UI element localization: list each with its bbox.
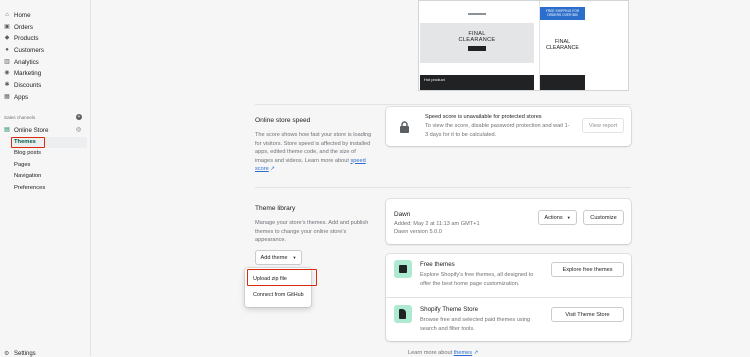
theme-library-description: Manage your store's themes. Add and publ… bbox=[255, 220, 369, 243]
sidebar-item-blog-posts[interactable]: Blog posts bbox=[14, 149, 41, 158]
upload-zip-highlight-box bbox=[247, 269, 317, 286]
card-divider bbox=[386, 297, 631, 298]
nav-orders[interactable]: ▣ Orders bbox=[4, 22, 33, 32]
nav-marketing[interactable]: ◉ Marketing bbox=[4, 68, 41, 78]
actions-button[interactable]: Actions ▼ bbox=[538, 210, 577, 225]
nav-online-store[interactable]: ▤ Online Store bbox=[4, 125, 48, 135]
tag-icon: ◆ bbox=[4, 35, 10, 41]
explore-free-themes-button[interactable]: Explore free themes bbox=[551, 262, 624, 277]
theme-store-text: Browse free and selected paid themes usi… bbox=[420, 317, 531, 332]
analytics-icon: ▥ bbox=[4, 59, 10, 65]
sidebar-item-pages[interactable]: Pages bbox=[14, 161, 30, 170]
divider bbox=[255, 104, 631, 105]
apps-icon: ▦ bbox=[4, 94, 10, 100]
learn-more-themes: Learn more about themes ↗ bbox=[408, 350, 479, 356]
theme-store-title: Shopify Theme Store bbox=[420, 306, 479, 313]
preview-footer-text: Hot product bbox=[424, 77, 445, 82]
mobile-preview: FREE SHIPPING FOR ORDERS OVER $50 FINAL … bbox=[539, 1, 585, 90]
nav-products[interactable]: ◆ Products bbox=[4, 33, 39, 43]
preview-hero bbox=[420, 23, 534, 63]
caret-down-icon: ▼ bbox=[292, 255, 297, 260]
nav-home[interactable]: ⌂ Home bbox=[4, 10, 30, 20]
lock-icon bbox=[400, 121, 409, 133]
customize-button[interactable]: Customize bbox=[583, 210, 624, 225]
connect-github-option[interactable]: Connect from GitHub bbox=[253, 292, 304, 298]
sidebar: ⌂ Home ▣ Orders ◆ Products ● Customers ▥ Anal… bbox=[0, 0, 91, 357]
nav-customers[interactable]: ● Customers bbox=[4, 45, 44, 55]
sidebar-item-navigation[interactable]: Navigation bbox=[14, 172, 41, 181]
view-report-button[interactable]: View report bbox=[582, 118, 624, 133]
marketing-icon: ◉ bbox=[4, 70, 10, 76]
free-themes-title: Free themes bbox=[420, 261, 455, 268]
sales-channels-label: Sales channels bbox=[4, 115, 36, 120]
theme-library-heading: Theme library bbox=[255, 205, 296, 212]
free-themes-icon bbox=[394, 260, 412, 278]
divider bbox=[255, 187, 631, 188]
preview-banner: FREE SHIPPING FOR ORDERS OVER $50 bbox=[540, 7, 585, 20]
external-link-icon: ↗ bbox=[270, 166, 275, 172]
mobile-preview-footer bbox=[540, 75, 585, 90]
add-theme-button[interactable]: Add theme ▼ bbox=[255, 250, 302, 265]
external-link-icon: ↗ bbox=[473, 350, 479, 356]
mobile-preview-title: FINAL CLEARANCE bbox=[546, 39, 579, 51]
discount-icon: ✱ bbox=[4, 82, 10, 88]
themes-link[interactable]: themes bbox=[454, 350, 472, 356]
preview-title: FINAL CLEARANCE bbox=[458, 31, 496, 43]
themes-highlight-box bbox=[11, 137, 45, 148]
store-icon: ▤ bbox=[4, 127, 10, 133]
speed-heading: Online store speed bbox=[255, 117, 311, 124]
preview-button bbox=[468, 46, 486, 51]
speed-description: The score shows how fast your store is l… bbox=[255, 132, 372, 172]
visit-theme-store-button[interactable]: Visit Theme Store bbox=[551, 307, 624, 322]
theme-name: Dawn bbox=[394, 211, 411, 218]
nav-discounts[interactable]: ✱ Discounts bbox=[4, 80, 41, 90]
preview-logo bbox=[468, 13, 486, 15]
speed-card-title: Speed score is unavailable for protected… bbox=[425, 114, 542, 120]
theme-store-icon bbox=[394, 305, 412, 323]
theme-version: Dawn version 5.0.0 bbox=[394, 229, 442, 235]
customer-icon: ● bbox=[5, 47, 9, 53]
orders-icon: ▣ bbox=[4, 24, 10, 30]
caret-down-icon: ▼ bbox=[566, 215, 571, 220]
theme-preview: FINAL CLEARANCE Hot product FREE SHIPPIN… bbox=[418, 0, 629, 91]
desktop-preview: FINAL CLEARANCE Hot product bbox=[420, 1, 534, 90]
add-channel-icon[interactable]: + bbox=[76, 114, 82, 120]
nav-analytics[interactable]: ▥ Analytics bbox=[4, 57, 39, 67]
nav-apps[interactable]: ▦ Apps bbox=[4, 92, 28, 102]
home-icon: ⌂ bbox=[5, 12, 9, 18]
eye-icon[interactable]: ◎ bbox=[76, 126, 81, 133]
speed-card-text: To view the score, disable password prot… bbox=[425, 123, 570, 138]
sidebar-item-preferences[interactable]: Preferences bbox=[14, 184, 45, 193]
free-themes-text: Explore Shopify's free themes, all desig… bbox=[420, 272, 534, 287]
